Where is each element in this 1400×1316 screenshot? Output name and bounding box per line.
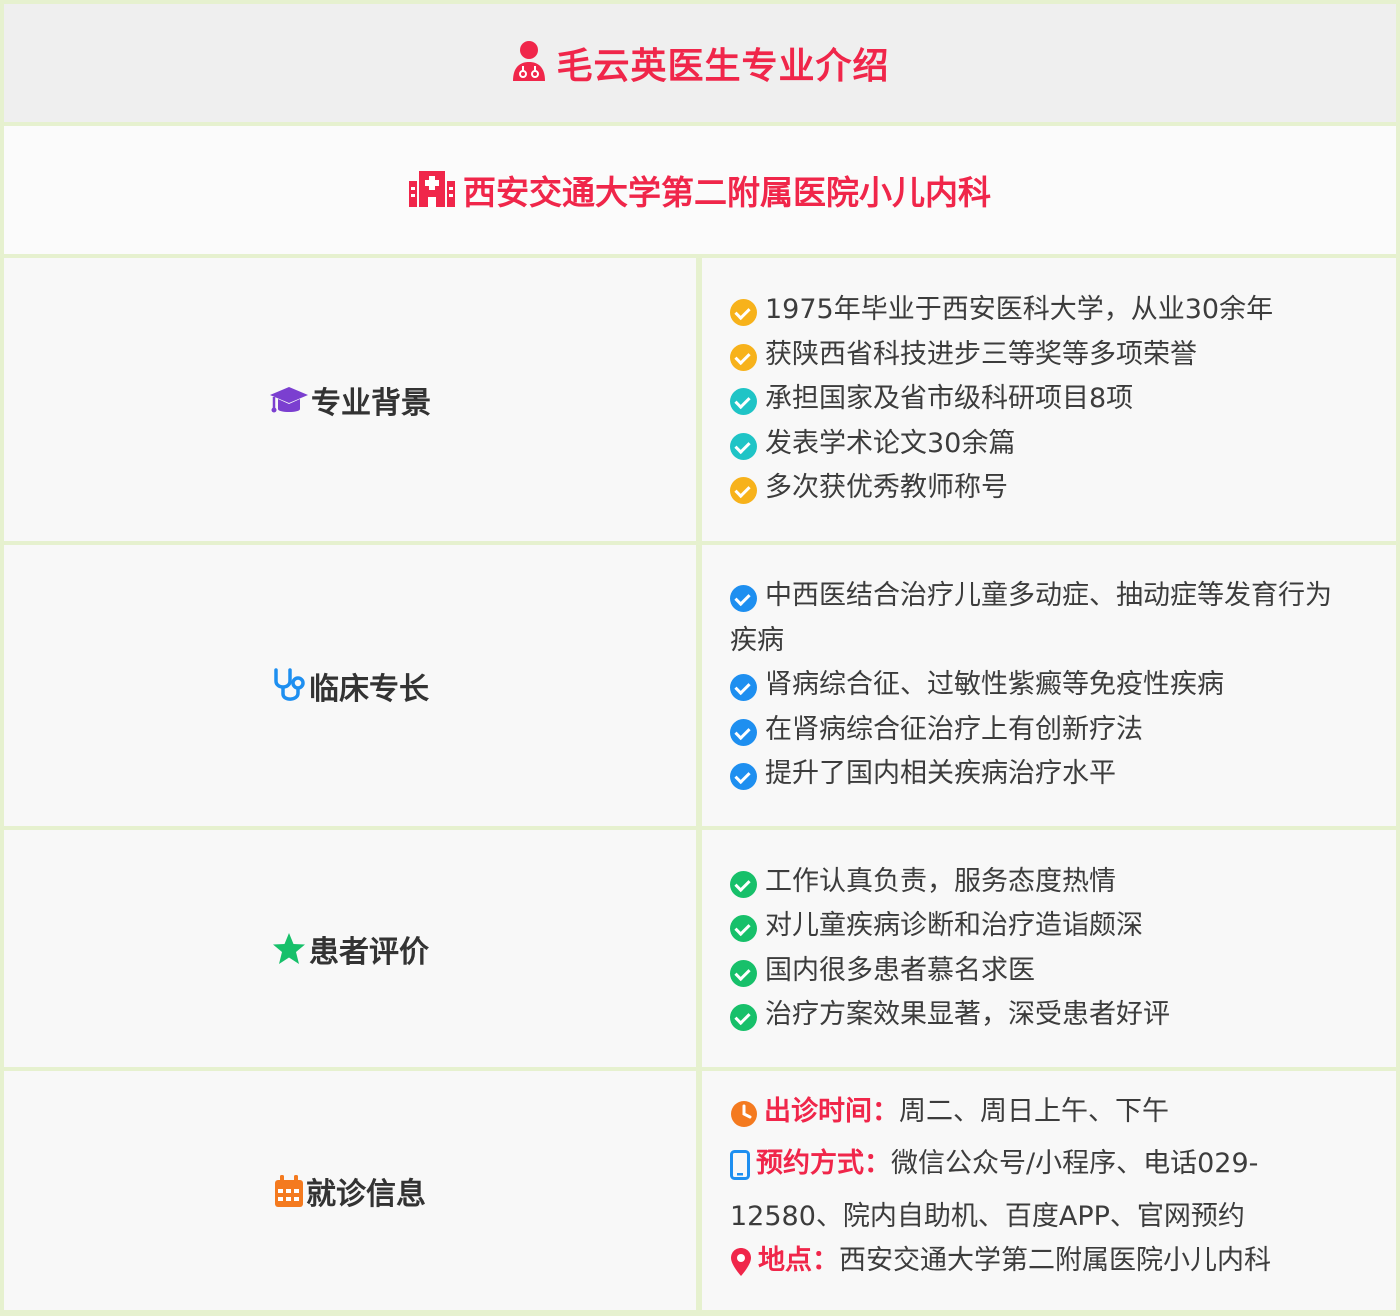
check-circle-icon [730, 959, 757, 987]
visit-time: 出诊时间：周二、周日上午、下午 [730, 1090, 1356, 1143]
reviews-label: 患者评价 [309, 934, 429, 970]
clock-icon [730, 1098, 758, 1143]
calendar-icon [274, 1174, 304, 1208]
list-item: 中西医结合治疗儿童多动症、抽动症等发育行为疾病 [730, 580, 1332, 656]
check-circle-icon [730, 915, 757, 942]
background-label-cell: 专业背景 [4, 258, 696, 541]
map-pin-icon [730, 1247, 752, 1292]
check-circle-icon [730, 870, 757, 898]
specialty-list: 中西医结合治疗儿童多动症、抽动症等发育行为疾病 肾病综合征、过敏性紫癜等免疫性疾… [702, 545, 1396, 826]
check-circle-icon [730, 432, 757, 460]
list-item: 国内很多患者慕名求医 [730, 949, 1356, 994]
list-item: 多次获优秀教师称号 [730, 466, 1356, 511]
background-list: 1975年毕业于西安医科大学，从业30余年 获陕西省科技进步三等奖等多项荣誉 承… [702, 258, 1396, 541]
visit-booking: 预约方式：微信公众号/小程序、电话029-12580、院内自助机、百度APP、官… [730, 1148, 1259, 1232]
hospital-name: 西安交通大学第二附属医院小儿内科 [463, 173, 991, 212]
check-circle-icon [730, 585, 757, 613]
stethoscope-icon [271, 667, 307, 705]
check-circle-icon [730, 1004, 757, 1031]
list-item: 获陕西省科技进步三等奖等多项荣誉 [730, 333, 1356, 378]
check-circle-icon [730, 343, 757, 371]
star-icon [271, 931, 307, 967]
list-item: 发表学术论文30余篇 [730, 422, 1356, 467]
visit-label-cell: 就诊信息 [4, 1071, 696, 1310]
list-item: 对儿童疾病诊断和治疗造诣颇深 [730, 904, 1356, 949]
doctor-icon [510, 39, 548, 87]
list-item: 提升了国内相关疾病治疗水平 [730, 752, 1356, 797]
intro-table: 毛云英医生专业介绍 西安交通大学第二附属医院小儿内科 专业背景 1975年毕业于… [0, 0, 1400, 1316]
specialty-label-cell: 临床专长 [4, 545, 696, 826]
check-circle-icon [730, 763, 757, 791]
title-row: 毛云英医生专业介绍 [4, 4, 1396, 122]
phone-icon [730, 1150, 750, 1195]
hospital-row: 西安交通大学第二附属医院小儿内科 [4, 126, 1396, 254]
list-item: 在肾病综合征治疗上有创新疗法 [730, 708, 1356, 753]
visit-location: 地点：西安交通大学第二附属医院小儿内科 [730, 1239, 1356, 1292]
check-circle-icon [730, 388, 757, 416]
graduation-cap-icon [269, 383, 309, 417]
reviews-label-cell: 患者评价 [4, 830, 696, 1067]
hospital-icon [409, 169, 455, 211]
check-circle-icon [730, 299, 757, 327]
list-item: 肾病综合征、过敏性紫癜等免疫性疾病 [730, 663, 1356, 708]
reviews-list: 工作认真负责，服务态度热情 对儿童疾病诊断和治疗造诣颇深 国内很多患者慕名求医 … [702, 830, 1396, 1067]
visit-info: 出诊时间：周二、周日上午、下午 预约方式：微信公众号/小程序、电话029-125… [702, 1071, 1396, 1310]
background-label: 专业背景 [311, 385, 431, 421]
list-item: 工作认真负责，服务态度热情 [730, 860, 1356, 905]
list-item: 治疗方案效果显著，深受患者好评 [730, 993, 1356, 1038]
list-item: 1975年毕业于西安医科大学，从业30余年 [730, 288, 1356, 333]
specialty-label: 临床专长 [309, 671, 429, 707]
list-item: 承担国家及省市级科研项目8项 [730, 377, 1356, 422]
check-circle-icon [730, 718, 757, 746]
visit-label: 就诊信息 [306, 1176, 426, 1212]
check-circle-icon [730, 477, 757, 505]
page-title: 毛云英医生专业介绍 [556, 46, 890, 87]
check-circle-icon [730, 674, 757, 702]
